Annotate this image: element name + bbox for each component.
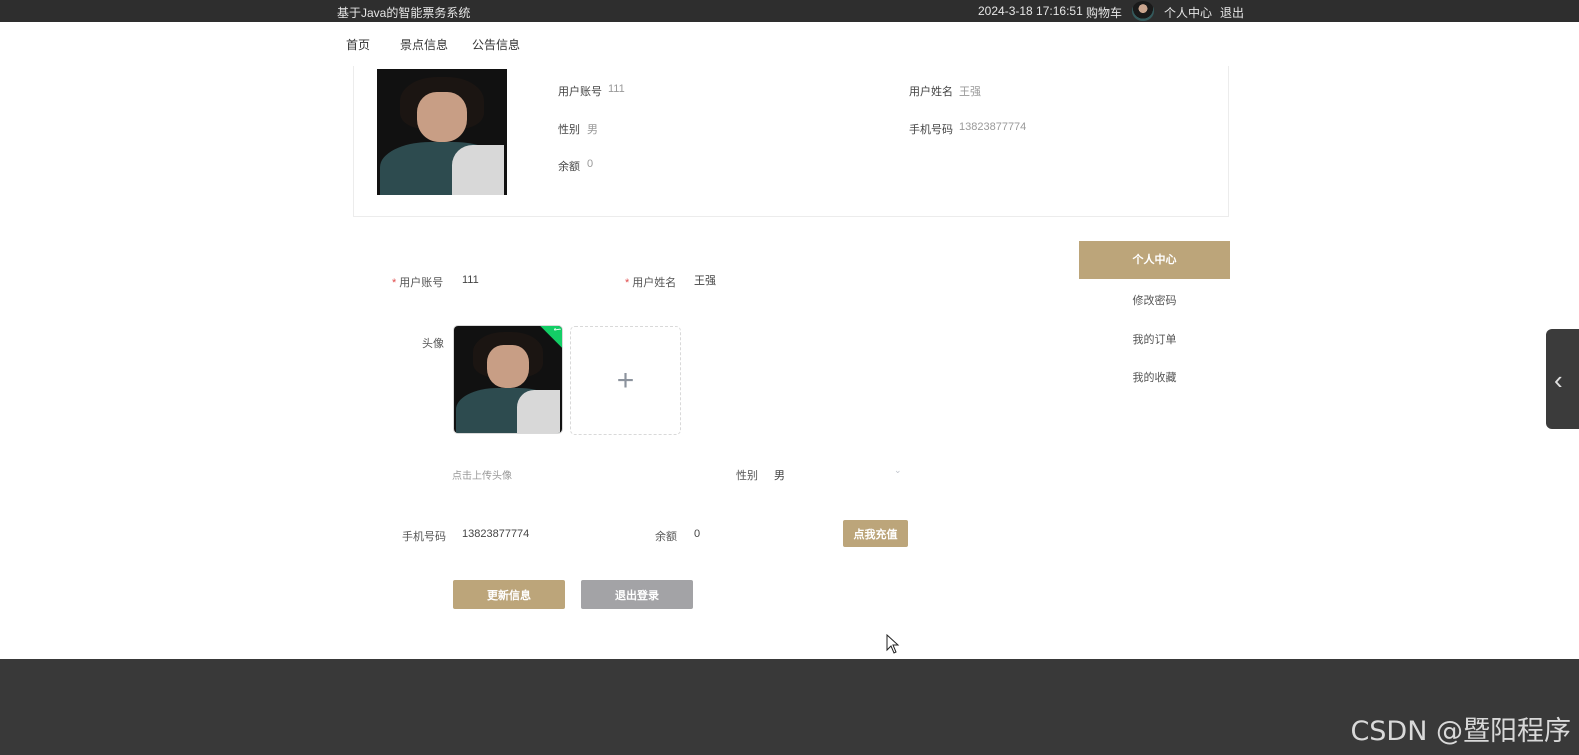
- phone-label: 手机号码: [402, 531, 446, 543]
- card-gender-value: 男: [587, 124, 598, 136]
- top-bar: 基于Java的智能票务系统 2024-3-18 17:16:51 购物车 个人中…: [0, 0, 1579, 22]
- avatar-label: 头像: [422, 338, 444, 350]
- profile-card: 用户账号 111 用户姓名 王强 性别 男 手机号码 13823877774 余…: [353, 66, 1229, 217]
- card-name-value: 王强: [959, 86, 981, 98]
- main-nav: 首页 景点信息 公告信息: [0, 22, 1579, 66]
- watermark: CSDN @暨阳程序: [1350, 716, 1571, 747]
- profile-photo: [377, 69, 507, 195]
- chevron-left-icon: ‹: [1554, 365, 1563, 395]
- user-avatar[interactable]: [1132, 1, 1154, 21]
- personal-center-link[interactable]: 个人中心: [1164, 4, 1212, 21]
- balance-input[interactable]: [694, 528, 814, 540]
- floating-side-tab[interactable]: ‹: [1546, 329, 1579, 429]
- cart-link[interactable]: 购物车: [1086, 4, 1122, 21]
- name-input[interactable]: [694, 274, 834, 286]
- balance-label: 余额: [655, 531, 677, 543]
- nav-item-announcements[interactable]: 公告信息: [472, 36, 520, 53]
- logout-link[interactable]: 退出: [1220, 4, 1244, 21]
- footer: CSDN @暨阳程序: [0, 659, 1579, 755]
- upload-tip: 点击上传头像: [452, 471, 512, 482]
- card-name-label: 用户姓名: [909, 86, 953, 98]
- card-gender-label: 性别: [558, 124, 580, 136]
- gender-select[interactable]: 男: [774, 467, 785, 483]
- nav-item-home[interactable]: 首页: [346, 36, 370, 53]
- card-balance-label: 余额: [558, 161, 580, 173]
- card-balance-value: 0: [587, 158, 594, 170]
- account-input[interactable]: [462, 274, 602, 286]
- chevron-down-icon[interactable]: ⌄: [894, 465, 904, 475]
- card-account-label: 用户账号: [558, 86, 602, 98]
- logout-button[interactable]: 退出登录: [581, 580, 693, 609]
- account-label: * 用户账号: [392, 277, 444, 289]
- side-menu-change-password[interactable]: 修改密码: [1079, 292, 1230, 308]
- gender-label: 性别: [736, 470, 758, 482]
- side-menu-my-favorites[interactable]: 我的收藏: [1079, 369, 1230, 385]
- recharge-button[interactable]: 点我充值: [843, 520, 908, 547]
- card-phone-value: 13823877774: [959, 121, 1027, 133]
- plus-icon: +: [616, 363, 635, 397]
- site-title: 基于Java的智能票务系统: [337, 6, 471, 20]
- mouse-cursor-icon: [886, 634, 900, 654]
- card-phone-label: 手机号码: [909, 124, 953, 136]
- nav-item-attractions[interactable]: 景点信息: [400, 36, 448, 53]
- side-menu-personal-center[interactable]: 个人中心: [1079, 241, 1230, 279]
- update-info-button[interactable]: 更新信息: [453, 580, 565, 609]
- side-menu-my-orders[interactable]: 我的订单: [1079, 331, 1230, 347]
- phone-input[interactable]: [462, 528, 602, 540]
- current-datetime: 2024-3-18 17:16:51: [978, 4, 1083, 18]
- uploaded-avatar-thumbnail[interactable]: ✓: [453, 325, 563, 434]
- card-account-value: 111: [608, 83, 625, 95]
- avatar-upload-button[interactable]: +: [570, 326, 681, 435]
- name-label: * 用户姓名: [625, 277, 677, 289]
